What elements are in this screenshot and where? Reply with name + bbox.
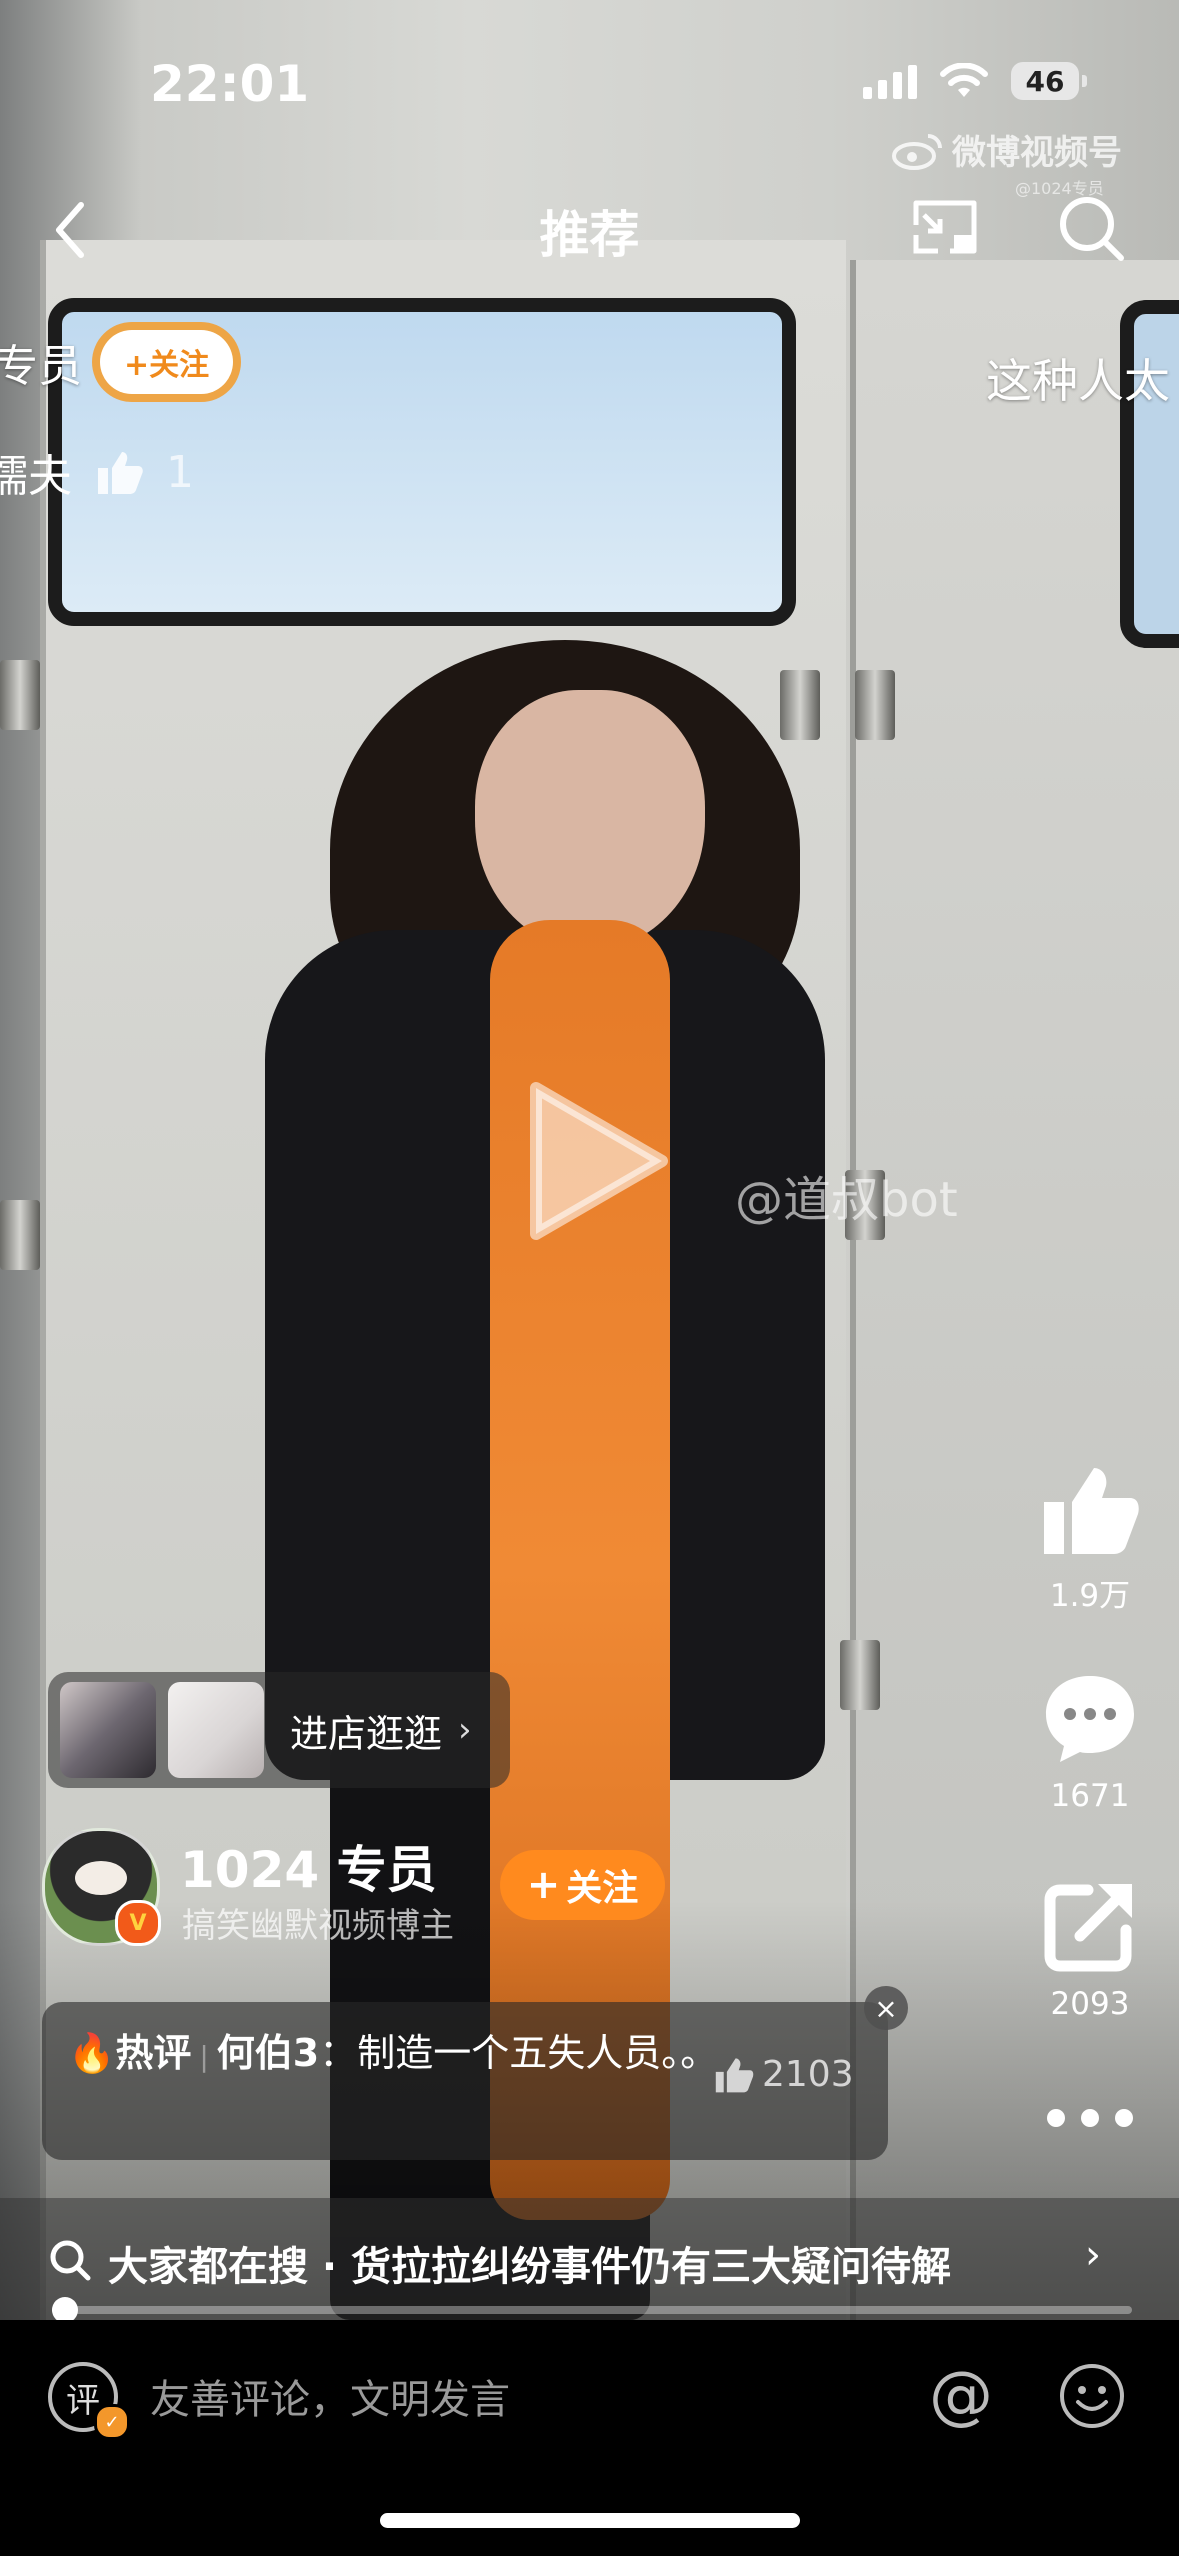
- like-count: 1.9万: [1049, 1578, 1131, 1614]
- weibo-logo-icon: [892, 133, 942, 170]
- thumbs-up-icon: [1044, 1468, 1139, 1554]
- danmaku-text: 这种人太: [986, 354, 1170, 408]
- comment-count: 1671: [1050, 1778, 1130, 1814]
- danmaku-text: 懦夫: [0, 451, 72, 502]
- mention-icon[interactable]: @: [926, 2358, 996, 2434]
- like-button[interactable]: 1.9万: [1040, 1460, 1140, 1615]
- hinge: [780, 670, 820, 740]
- hot-comment-likes: 2103: [762, 2054, 854, 2095]
- hinge: [0, 1200, 40, 1270]
- thumbs-up-icon: [715, 2057, 754, 2092]
- chevron-right-icon: ›: [1085, 2232, 1101, 2278]
- emoji-icon[interactable]: [1058, 2362, 1126, 2430]
- person-face: [475, 690, 705, 950]
- trending-search-bar[interactable]: 大家都在搜 · 货拉拉纠纷事件仍有三大疑问待解 ›: [0, 2198, 1179, 2320]
- danmaku-follow[interactable]: 专员 +关注: [0, 330, 234, 394]
- hot-comment[interactable]: 🔥热评 | 何伯3：制造一个五失人员。。 2103 ×: [42, 1986, 908, 2160]
- comment-button[interactable]: 1671: [1040, 1668, 1140, 1814]
- weibo-video-watermark: 微博视频号: [890, 125, 1122, 174]
- plus-icon: +: [526, 1862, 561, 1908]
- picture-in-picture-icon[interactable]: [910, 195, 982, 259]
- hinge: [855, 670, 895, 740]
- danmaku-text: 专员: [0, 341, 82, 392]
- comment-bubble-icon: [1046, 1676, 1134, 1762]
- avatar-face: [75, 1861, 127, 1895]
- hot-comment-like-button[interactable]: 2103: [714, 2054, 854, 2095]
- divider: |: [199, 2040, 209, 2073]
- page-title: 推荐: [539, 206, 640, 264]
- hinge: [840, 1640, 880, 1710]
- follow-button[interactable]: + 关注: [500, 1850, 665, 1920]
- trending-search-text: 大家都在搜 · 货拉拉纠纷事件仍有三大疑问待解: [108, 2244, 952, 2290]
- wifi-icon: [940, 63, 988, 97]
- status-icons: 46: [863, 62, 1087, 100]
- battery-icon: 46: [1011, 62, 1087, 100]
- author-description: 搞笑幽默视频博主: [182, 1906, 454, 1946]
- author-name[interactable]: 1024 专员: [180, 1830, 437, 1902]
- watermark-brand: 微博视频号: [952, 133, 1122, 173]
- share-icon: [1044, 1884, 1132, 1972]
- product-thumbnail: [60, 1682, 156, 1778]
- hot-comment-tag: 热评: [115, 2031, 192, 2075]
- play-icon[interactable]: [522, 1078, 672, 1244]
- search-icon: [50, 2240, 91, 2281]
- chevron-right-icon: ›: [458, 1710, 472, 1750]
- hot-comment-user[interactable]: 何伯3: [217, 2031, 319, 2075]
- hot-comment-body: 🔥热评 | 何伯3：制造一个五失人员。。: [68, 2024, 728, 2086]
- danmaku-follow-button[interactable]: +关注: [100, 330, 234, 394]
- more-options-icon[interactable]: [1040, 2098, 1140, 2138]
- home-indicator[interactable]: [380, 2513, 800, 2528]
- video-progress-bar[interactable]: [51, 2297, 1132, 2323]
- checkmark-badge-icon: ✓: [94, 2404, 130, 2440]
- status-time: 22:01: [150, 55, 310, 113]
- danmaku-like-count: 1: [166, 446, 194, 498]
- hinge: [0, 660, 40, 730]
- share-button[interactable]: 2093: [1040, 1876, 1140, 2022]
- shop-entry[interactable]: 进店逛逛 ›: [48, 1672, 510, 1788]
- video-watermark: @道叔bot: [735, 1172, 958, 1228]
- search-icon[interactable]: [1055, 192, 1127, 264]
- product-thumbnail: [168, 1682, 264, 1778]
- cellular-signal-icon: [863, 63, 917, 99]
- follow-label: 关注: [566, 1868, 639, 1909]
- danmaku-item: 懦夫 1: [0, 440, 194, 504]
- fire-icon: 🔥: [68, 2031, 116, 2075]
- thumbs-up-icon: [98, 452, 143, 494]
- hot-comment-text: ：制造一个五失人员。。: [319, 2031, 719, 2075]
- shop-label: 进店逛逛: [290, 1711, 443, 1756]
- verified-badge-icon: V: [115, 1900, 161, 1946]
- comment-input[interactable]: [150, 2372, 850, 2428]
- share-count: 2093: [1050, 1986, 1130, 2022]
- close-icon[interactable]: ×: [864, 1986, 908, 2030]
